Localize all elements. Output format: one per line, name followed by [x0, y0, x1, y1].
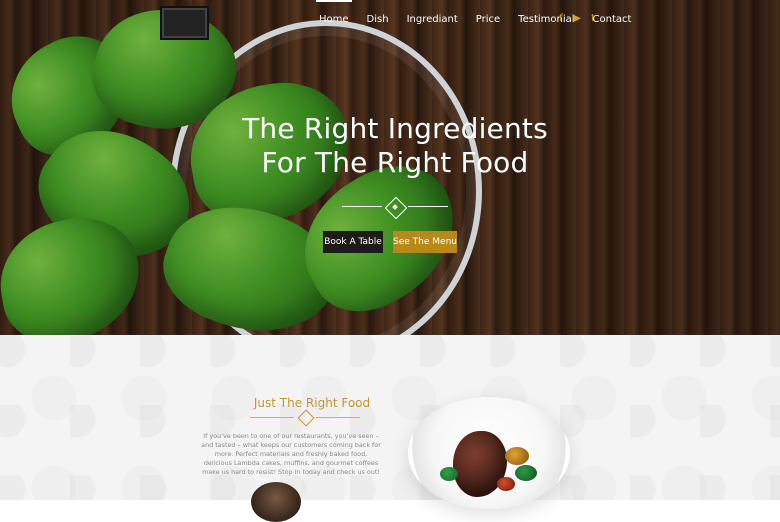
- hero-section: Home Dish Ingrediant Price Testimonial C…: [0, 0, 780, 335]
- about-divider-line-left: [250, 417, 294, 418]
- facebook-glyph: f: [559, 13, 563, 24]
- book-table-button[interactable]: Book A Table: [323, 231, 383, 253]
- chef-avatar: [251, 482, 301, 522]
- hero-divider-line-left: [342, 206, 382, 207]
- nav-dish[interactable]: Dish: [358, 0, 398, 25]
- hero-title-line2: For The Right Food: [261, 146, 529, 179]
- about-divider-line-right: [316, 417, 360, 418]
- vegetable-image: [515, 465, 537, 481]
- nav-home[interactable]: Home: [310, 0, 358, 25]
- nav-home-label: Home: [319, 14, 349, 25]
- hero-title: The Right Ingredients For The Right Food: [240, 112, 550, 180]
- brand-logo[interactable]: [160, 6, 209, 40]
- vegetable-image: [505, 447, 529, 465]
- see-menu-button[interactable]: See The Menu: [393, 231, 457, 253]
- facebook-icon[interactable]: f: [556, 14, 566, 24]
- nav-dish-label: Dish: [366, 14, 389, 25]
- hero-title-line1: The Right Ingredients: [242, 112, 548, 145]
- nav-price-label: Price: [475, 14, 501, 25]
- book-table-label: Book A Table: [324, 237, 382, 247]
- nav-contact-label: Contact: [592, 14, 632, 25]
- vegetable-image: [497, 477, 515, 491]
- nav-ingrediant-label: Ingrediant: [406, 14, 458, 25]
- about-title: Just The Right Food: [253, 396, 371, 410]
- twitter-icon[interactable]: t: [588, 14, 598, 24]
- nav-price[interactable]: Price: [467, 0, 509, 25]
- youtube-glyph: ▶: [573, 13, 581, 24]
- twitter-glyph: t: [591, 13, 595, 24]
- hero-divider-line-right: [408, 206, 448, 207]
- social-links: f ▶ t: [556, 14, 598, 24]
- see-menu-label: See The Menu: [393, 237, 457, 247]
- nav-ingrediant[interactable]: Ingrediant: [398, 0, 467, 25]
- vegetable-image: [440, 467, 458, 481]
- hero-divider: [342, 196, 448, 220]
- youtube-icon[interactable]: ▶: [572, 14, 582, 24]
- about-ornament-icon: [297, 409, 315, 427]
- about-section: Just The Right Food If you’ve been to on…: [0, 335, 780, 522]
- about-divider: [250, 409, 360, 427]
- about-body: If you’ve been to one of our restaurants…: [201, 432, 381, 476]
